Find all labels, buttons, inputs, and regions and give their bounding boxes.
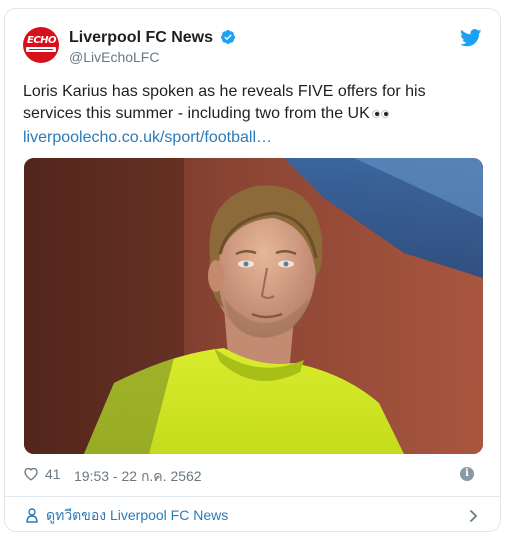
tweet-body: Loris Karius has spoken as he reveals FI… bbox=[23, 83, 426, 122]
avatar-logo-band bbox=[26, 47, 56, 52]
tweet-timestamp[interactable]: 19:53 - 22 ก.ค. 2562 bbox=[74, 466, 202, 488]
photo-illustration bbox=[24, 158, 483, 454]
heart-icon[interactable] bbox=[23, 466, 39, 481]
author-display-name[interactable]: Liverpool FC News bbox=[69, 28, 213, 48]
author-names: Liverpool FC News @LivEchoLFC bbox=[69, 28, 236, 66]
author-handle[interactable]: @LivEchoLFC bbox=[69, 48, 236, 66]
chevron-right-icon[interactable] bbox=[469, 509, 478, 523]
view-profile-link[interactable]: ดูทวีตของ Liverpool FC News bbox=[46, 506, 228, 524]
view-profile-footer[interactable]: ดูทวีตของ Liverpool FC News bbox=[5, 496, 500, 531]
eye-left bbox=[371, 109, 380, 118]
tweet-photo[interactable] bbox=[24, 158, 483, 454]
avatar[interactable]: ECHO bbox=[23, 27, 59, 63]
eye-right bbox=[380, 109, 389, 118]
like-count[interactable]: 41 bbox=[45, 466, 61, 482]
twitter-bird-icon[interactable] bbox=[460, 29, 482, 47]
verified-badge-icon bbox=[221, 30, 236, 44]
tweet-card[interactable]: ECHO Liverpool FC News @LivEchoLFC Loris… bbox=[4, 8, 501, 532]
tweet-meta: 41 19:53 - 22 ก.ค. 2562 i bbox=[23, 464, 482, 484]
info-icon[interactable]: i bbox=[460, 467, 474, 481]
tweet-text: Loris Karius has spoken as he reveals FI… bbox=[23, 81, 443, 125]
avatar-logo-text: ECHO bbox=[27, 35, 57, 46]
tweet-header: ECHO Liverpool FC News @LivEchoLFC bbox=[23, 27, 482, 67]
tweet-link[interactable]: liverpoolecho.co.uk/sport/football… bbox=[23, 127, 272, 149]
eyes-emoji-icon bbox=[370, 109, 390, 119]
profile-icon bbox=[26, 508, 38, 523]
